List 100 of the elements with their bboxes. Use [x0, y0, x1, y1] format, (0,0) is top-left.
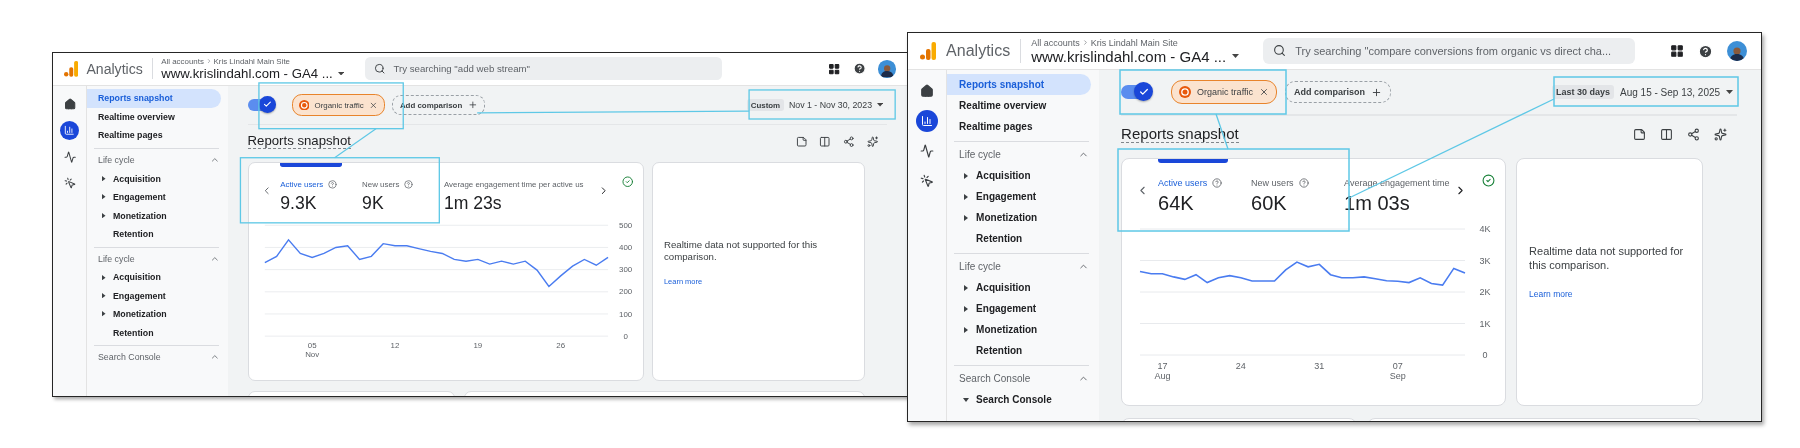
expand-arrow-icon[interactable] [964, 284, 969, 291]
apps-grid-icon[interactable] [828, 62, 841, 75]
insights-icon[interactable] [1714, 127, 1728, 141]
compare-icon[interactable] [819, 135, 831, 147]
check-icon [1138, 86, 1149, 97]
metric-value: 9K [362, 192, 385, 214]
close-icon[interactable] [368, 100, 378, 110]
section-title: Life cycle [98, 155, 135, 166]
breadcrumb-link[interactable]: All accounts [1031, 37, 1080, 48]
section-title: Search Console [98, 352, 161, 363]
nav-item[interactable]: Realtime pages [947, 116, 1092, 137]
note-icon[interactable] [795, 135, 807, 147]
axis-label: 500 [618, 220, 632, 230]
metric-tab[interactable]: New users [362, 180, 400, 190]
expand-arrow-icon[interactable] [102, 212, 106, 219]
metric-tab[interactable]: Active users [1158, 178, 1208, 188]
nav-item[interactable]: Monetization [976, 212, 1038, 223]
nav-item[interactable]: Retention [976, 233, 1023, 244]
nav-item[interactable]: Acquisition [112, 272, 161, 283]
nav-item[interactable]: Retention [976, 345, 1023, 356]
insights-icon[interactable] [866, 135, 879, 147]
cursor-target-icon [920, 174, 935, 188]
caret-icon [1726, 90, 1734, 94]
comparison-toggle[interactable] [247, 98, 274, 112]
nav-item[interactable]: Search Console [976, 394, 1052, 405]
nav-item[interactable]: Acquisition [976, 170, 1031, 181]
caret-icon [338, 71, 345, 76]
comparison-chip[interactable]: Organic traffic [291, 94, 385, 116]
note-icon[interactable] [1633, 127, 1647, 141]
breadcrumb-link[interactable]: Kris Lindahl Main Site [1090, 37, 1178, 48]
nav-item[interactable]: Engagement [112, 192, 166, 203]
breadcrumb-link[interactable]: Kris Lindahl Main Site [213, 56, 290, 66]
nav-item[interactable]: Reports snapshot [947, 74, 1092, 95]
axis-label: 300 [618, 264, 632, 274]
avatar[interactable] [878, 60, 896, 78]
close-icon[interactable] [1258, 87, 1269, 97]
section-title: Life cycle [959, 149, 1001, 160]
metric-tab[interactable]: Active users [280, 180, 324, 190]
apps-grid-icon[interactable] [1670, 44, 1685, 58]
nav-item[interactable]: Monetization [112, 309, 167, 320]
nav-item[interactable]: Realtime overview [947, 95, 1092, 116]
expand-arrow-icon[interactable] [102, 175, 106, 182]
compare-icon[interactable] [1660, 127, 1674, 141]
expand-arrow-icon[interactable] [102, 293, 106, 299]
learn-more-link[interactable]: Learn more [1529, 288, 1691, 299]
avatar[interactable] [1727, 41, 1748, 61]
expand-arrow-icon[interactable] [102, 194, 106, 200]
nav-item[interactable]: Acquisition [976, 282, 1031, 293]
axis-label: 1K [1479, 318, 1491, 329]
date-range-picker[interactable]: Custom Nov 1 - Nov 30, 2023 [747, 98, 884, 112]
search-field[interactable]: Try searching "compare conversions from organic vs direct cha... [1263, 38, 1636, 64]
home-icon [63, 98, 76, 111]
nav-item[interactable]: Realtime overview [87, 107, 222, 127]
search-icon [374, 62, 386, 75]
breadcrumb-link[interactable]: All accounts [161, 56, 204, 66]
nav-item[interactable]: Monetization [112, 210, 167, 221]
search-icon [1273, 44, 1287, 57]
comparison-toggle[interactable] [1121, 85, 1152, 99]
share-icon[interactable] [1687, 127, 1701, 141]
date-range-picker[interactable]: Last 30 days Aug 15 - Sep 13, 2025 [1552, 85, 1734, 99]
rail-button[interactable] [916, 110, 939, 132]
nav-item[interactable]: Acquisition [112, 173, 161, 184]
expand-arrow-icon[interactable] [964, 172, 969, 179]
expand-arrow-icon[interactable] [964, 326, 969, 333]
nav-item[interactable]: Realtime pages [87, 126, 222, 145]
metric-value: 1m 03s [1344, 192, 1411, 215]
comparison-chip[interactable]: Organic traffic [1171, 80, 1277, 104]
nav-item[interactable]: Retention [112, 327, 154, 338]
realtime-message: Realtime data not supported for this comparison. [1529, 245, 1685, 273]
section-title: Life cycle [98, 253, 135, 264]
home-icon [920, 84, 935, 98]
metric-tab[interactable]: New users [1251, 178, 1294, 188]
nav-item[interactable]: Engagement [976, 303, 1037, 314]
app-name: Analytics [86, 60, 143, 77]
search-field[interactable]: Try searching "add web stream" [365, 57, 722, 81]
cursor-target-icon [63, 177, 76, 190]
share-icon[interactable] [843, 135, 855, 147]
property-selector[interactable]: www.krislindahl.com - GA4 ... [1031, 47, 1240, 65]
expand-arrow-icon[interactable] [102, 311, 106, 317]
bar-chart-icon [64, 125, 75, 136]
expand-arrow-icon[interactable] [963, 397, 970, 402]
nav-item[interactable]: Retention [112, 228, 154, 239]
expand-arrow-icon[interactable] [964, 214, 969, 221]
axis-label: 19 [473, 341, 482, 351]
plus-icon [1371, 86, 1382, 98]
expand-arrow-icon[interactable] [102, 274, 106, 280]
property-selector[interactable]: www.krislindahl.com - GA4 ... [161, 65, 345, 81]
nav-item[interactable]: Engagement [112, 290, 166, 301]
metric-tab[interactable]: Average engagement time per active us [443, 180, 584, 190]
expand-arrow-icon[interactable] [964, 305, 969, 312]
expand-arrow-icon[interactable] [964, 193, 969, 200]
metric-value: 60K [1251, 192, 1288, 215]
axis-label: 0 [1482, 350, 1488, 360]
metric-value: 9.3K [280, 192, 318, 214]
nav-item[interactable]: Reports snapshot [87, 89, 222, 108]
caret-icon [1232, 54, 1240, 58]
nav-item[interactable]: Engagement [976, 191, 1037, 202]
rail-button[interactable] [60, 120, 80, 141]
nav-item[interactable]: Monetization [976, 324, 1038, 335]
axis-label: 200 [618, 287, 632, 297]
